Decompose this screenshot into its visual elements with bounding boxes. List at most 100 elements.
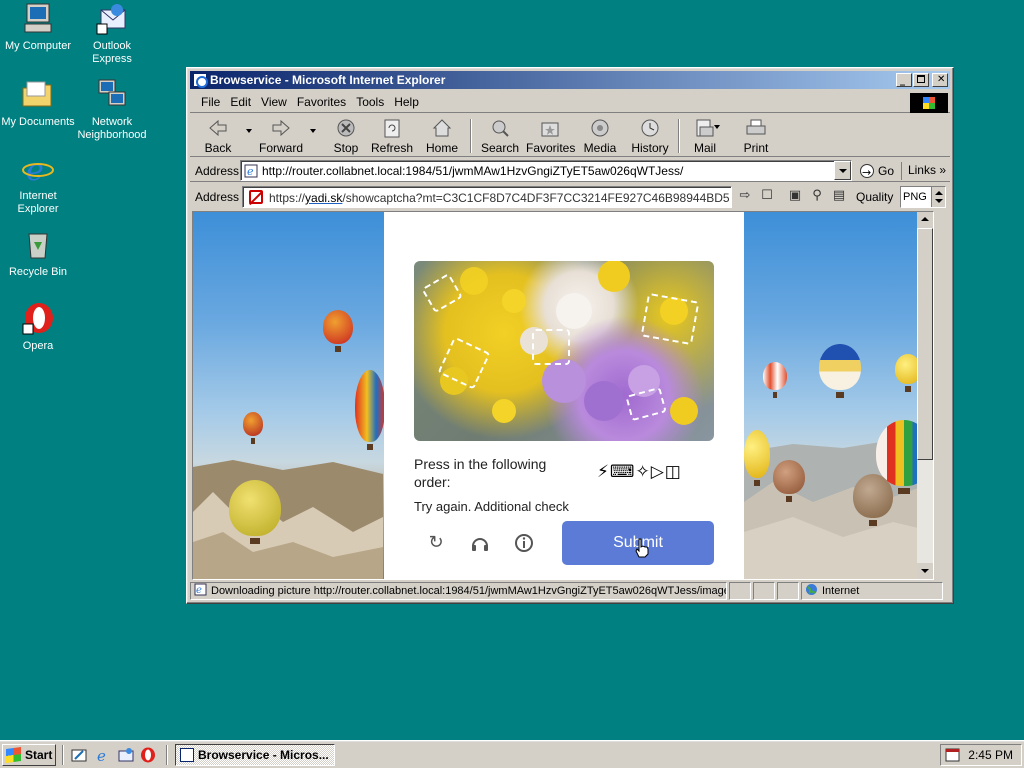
quality-select[interactable]: PNG [900, 186, 946, 208]
ie-task-icon [180, 748, 194, 762]
forward-arrow-icon [270, 118, 292, 138]
menu-favorites[interactable]: Favorites [292, 91, 351, 113]
menu-tools[interactable]: Tools [351, 91, 389, 113]
quality-spinner[interactable] [931, 187, 945, 207]
home-button[interactable]: Home [422, 117, 462, 155]
navigate-arrow-icon[interactable]: ⇨ [738, 189, 752, 203]
title-bar[interactable]: Browservice - Microsoft Internet Explore… [190, 71, 950, 89]
svg-text:e: e [247, 165, 254, 178]
clock[interactable]: 2:45 PM [968, 748, 1013, 762]
go-button[interactable]: Go [858, 161, 894, 183]
inner-address-label: Address [195, 190, 240, 204]
desktop-icon-opera[interactable]: Opera [0, 302, 76, 353]
insecure-lock-icon [249, 190, 263, 204]
captcha-order-icons: ⚡⌨✧▷◫ [597, 462, 682, 482]
captcha-error-message: Try again. Additional check [414, 499, 569, 514]
history-icon [639, 118, 661, 138]
address-dropdown-button[interactable] [834, 161, 851, 180]
menu-help[interactable]: Help [389, 91, 424, 113]
history-button[interactable]: History [628, 117, 672, 155]
save-icon[interactable]: ▣ [788, 189, 802, 203]
desktop-icon-my-documents[interactable]: My Documents [0, 78, 76, 129]
desktop-icon-network-neighborhood[interactable]: Network Neighborhood [74, 78, 150, 142]
window-ie-icon [193, 73, 208, 88]
network-icon [95, 78, 129, 112]
scroll-down-button[interactable] [917, 563, 933, 579]
balloon [243, 412, 263, 444]
back-button[interactable]: Back [198, 117, 238, 155]
page-icon: e [244, 164, 258, 178]
taskbar-button-browservice[interactable]: Browservice - Micros... [175, 744, 335, 766]
balloon [355, 370, 385, 450]
print-button[interactable]: Print [738, 117, 774, 155]
submit-button[interactable]: Submit [562, 521, 714, 565]
recycle-bin-icon [21, 228, 55, 262]
outlook-express-icon [95, 2, 129, 36]
maximize-button[interactable] [913, 73, 929, 87]
scroll-up-button[interactable] [917, 212, 933, 228]
stop-icon [335, 118, 357, 138]
captcha-image[interactable] [414, 261, 714, 441]
address-label: Address [195, 164, 240, 178]
search-icon [489, 118, 511, 138]
audio-captcha-icon[interactable] [467, 530, 493, 556]
quicklaunch-opera-icon[interactable] [140, 747, 156, 763]
address-bar: Address e http://router.collabnet.local:… [190, 159, 950, 183]
mail-icon [694, 118, 716, 138]
opera-icon [21, 302, 55, 336]
desktop-icon-internet-explorer[interactable]: e Internet Explorer [0, 152, 76, 216]
security-zone: Internet [801, 582, 943, 600]
internet-explorer-icon: e [21, 152, 55, 188]
refresh-button[interactable]: Refresh [370, 117, 414, 155]
menu-edit[interactable]: Edit [225, 91, 256, 113]
menu-file[interactable]: File [196, 91, 225, 113]
bookmark-icon[interactable]: ☐ [760, 189, 774, 203]
forward-dropdown-icon[interactable] [310, 129, 316, 133]
back-dropdown-icon[interactable] [246, 129, 252, 133]
balloon [323, 310, 353, 352]
start-button[interactable]: Start [2, 744, 56, 766]
captcha-panel: Press in the following order: ⚡⌨✧▷◫ Try … [384, 212, 744, 579]
ie-window: Browservice - Microsoft Internet Explore… [186, 67, 954, 604]
quicklaunch-internet-explorer-icon[interactable]: e [95, 747, 111, 765]
favorites-button[interactable]: Favorites [526, 117, 575, 155]
status-message: e Downloading picture http://router.colla… [190, 582, 727, 600]
taskbar: Start e Browservice - Micros... 2:45 PM [0, 740, 1024, 768]
hand-cursor-icon [635, 538, 649, 558]
refresh-icon [381, 118, 403, 138]
clipboard-icon[interactable]: ▤ [832, 189, 846, 203]
refresh-captcha-icon[interactable]: ↻ [423, 530, 449, 556]
menu-bar: File Edit View Favorites Tools Help [190, 91, 950, 113]
info-icon[interactable] [511, 530, 537, 556]
balloon [744, 430, 770, 486]
globe-icon [805, 583, 818, 596]
links-button[interactable]: Links » [900, 162, 946, 180]
quality-label: Quality [856, 190, 894, 204]
captcha-target-shape[interactable] [640, 292, 700, 346]
tray-scheduler-icon[interactable] [945, 748, 961, 762]
media-button[interactable]: Media [580, 117, 620, 155]
desktop-icon-my-computer[interactable]: My Computer [0, 2, 76, 53]
quicklaunch-desktop-icon[interactable] [71, 747, 87, 763]
quicklaunch-outlook-express-icon[interactable] [118, 747, 134, 763]
desktop-icon-recycle-bin[interactable]: Recycle Bin [0, 228, 76, 279]
address-input[interactable]: e http://router.collabnet.local:1984/51/… [240, 160, 852, 181]
stop-button[interactable]: Stop [326, 117, 366, 155]
svg-text:e: e [97, 747, 106, 763]
printer-icon [745, 118, 767, 138]
mail-button[interactable]: Mail [688, 117, 722, 155]
menu-view[interactable]: View [256, 91, 292, 113]
captcha-target-shape[interactable] [532, 329, 570, 365]
search-button[interactable]: Search [478, 117, 522, 155]
desktop-icon-outlook-express[interactable]: Outlook Express [74, 2, 150, 66]
forward-button[interactable]: Forward [256, 117, 306, 155]
go-arrow-icon [860, 163, 874, 183]
close-button[interactable]: ✕ [932, 73, 948, 87]
find-icon[interactable]: ⚲ [810, 189, 824, 203]
mail-dropdown-icon[interactable] [714, 125, 720, 129]
scroll-thumb[interactable] [917, 228, 933, 460]
vertical-scrollbar[interactable] [917, 212, 933, 579]
inner-address-input[interactable]: https://yadi.sk/showcaptcha?mt=C3C1CF8D7… [242, 186, 732, 208]
computer-icon [21, 2, 55, 36]
minimize-button[interactable]: _ [896, 73, 912, 87]
